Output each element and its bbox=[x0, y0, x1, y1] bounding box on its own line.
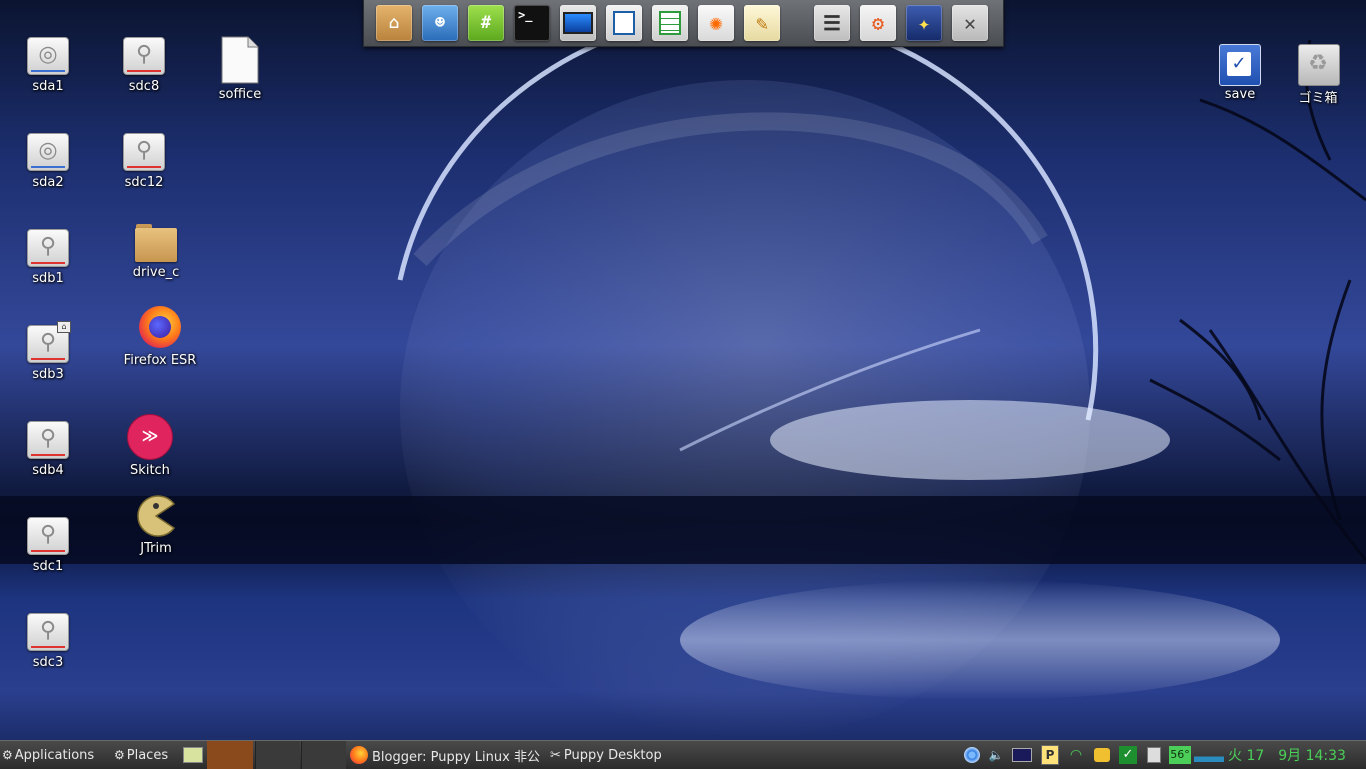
taskbar: ⚙ Applications ⚙ Places Blogger: Puppy L… bbox=[0, 740, 1366, 769]
p-tray-icon[interactable]: P bbox=[1040, 745, 1060, 765]
applications-menu[interactable]: ⚙ Applications bbox=[2, 741, 94, 769]
icon-label: save bbox=[1224, 87, 1256, 102]
task-title: Blogger: Puppy Linux 非公 bbox=[372, 749, 540, 765]
icon-label: Skitch bbox=[130, 463, 170, 478]
task-firefox[interactable]: Blogger: Puppy Linux 非公 bbox=[350, 741, 548, 769]
desktop-icon-jtrim[interactable]: JTrim bbox=[114, 494, 198, 556]
workspace-3[interactable] bbox=[301, 741, 346, 769]
temperature-badge: 56° bbox=[1168, 745, 1192, 765]
icon-label: ゴミ箱 bbox=[1298, 91, 1338, 106]
volume-icon[interactable]: 🔈 bbox=[986, 745, 1006, 765]
network-monitor-icon[interactable] bbox=[1012, 745, 1032, 765]
browser-tray-icon[interactable] bbox=[962, 745, 982, 765]
gears-icon: ⚙ bbox=[114, 748, 125, 762]
gears-icon: ⚙ bbox=[2, 748, 13, 762]
hard-drive-icon: ◎ bbox=[27, 37, 69, 75]
icon-label: Firefox ESR bbox=[123, 353, 197, 368]
task-puppy-desktop[interactable]: ✂ Puppy Desktop bbox=[550, 741, 662, 769]
desktop-icon-drive-c[interactable]: drive_c bbox=[114, 222, 198, 280]
usb-drive-icon: ⚲ bbox=[123, 133, 165, 171]
clock-text: 火 17 9月 14:33 bbox=[1228, 748, 1346, 764]
applications-label: Applications bbox=[14, 747, 95, 763]
close-icon[interactable]: ✕ bbox=[952, 5, 988, 41]
usb-drive-icon: ⚲ bbox=[27, 229, 69, 267]
desktop-icon-soffice[interactable]: soffice bbox=[198, 36, 282, 102]
mixer-icon[interactable]: ☰ bbox=[814, 5, 850, 41]
wallpaper bbox=[0, 11, 1366, 740]
workspace-2[interactable] bbox=[255, 741, 300, 769]
paint-icon[interactable]: ✺ bbox=[698, 5, 734, 41]
drive-sda2[interactable]: ◎ sda2 bbox=[6, 132, 90, 190]
writer-icon[interactable] bbox=[606, 5, 642, 41]
save-tray-icon[interactable] bbox=[1144, 745, 1164, 765]
clock[interactable]: 火 17 9月 14:33 bbox=[1228, 741, 1346, 769]
show-desktop-button[interactable] bbox=[183, 741, 203, 769]
drive-label: sdc8 bbox=[128, 79, 160, 94]
icon-label: drive_c bbox=[132, 265, 180, 280]
drive-sdb3[interactable]: ⚲ ⌂ sdb3 bbox=[6, 321, 90, 382]
drive-label: sdb4 bbox=[32, 463, 64, 478]
terminal-icon[interactable]: >_ bbox=[514, 5, 550, 41]
drive-label: sdb1 bbox=[32, 271, 64, 286]
drive-sdc1[interactable]: ⚲ sdc1 bbox=[6, 516, 90, 574]
firefox-icon bbox=[137, 304, 183, 350]
places-menu[interactable]: ⚙ Places bbox=[114, 741, 168, 769]
drive-label: sdc1 bbox=[32, 559, 64, 574]
drive-label: sda1 bbox=[32, 79, 64, 94]
drive-label: sda2 bbox=[32, 175, 64, 190]
firefox-icon bbox=[350, 746, 368, 764]
desktop-icon-skitch[interactable]: ≫ Skitch bbox=[108, 414, 192, 478]
skitch-icon: ≫ bbox=[127, 414, 173, 460]
drive-label: sdc3 bbox=[32, 655, 64, 670]
pacman-icon bbox=[134, 494, 178, 538]
storage-icon[interactable] bbox=[1092, 745, 1112, 765]
cpu-graph-icon bbox=[1194, 745, 1224, 765]
drive-sdb4[interactable]: ⚲ sdb4 bbox=[6, 420, 90, 478]
spreadsheet-icon[interactable] bbox=[652, 5, 688, 41]
top-launcher-bar: ⌂ ☻ # >_ ✺ ✎ ☰ ⚙ ✦ ✕ bbox=[363, 0, 1004, 47]
home-folder-icon[interactable]: ⌂ bbox=[376, 5, 412, 41]
drive-sdb1[interactable]: ⚲ sdb1 bbox=[6, 228, 90, 286]
desktop-icon-trash[interactable]: ♻ ゴミ箱 bbox=[1276, 44, 1360, 106]
task-title: Puppy Desktop bbox=[563, 747, 662, 763]
drive-sda1[interactable]: ◎ sda1 bbox=[6, 36, 90, 94]
tools-icon: ✂ bbox=[550, 747, 561, 763]
usb-drive-icon: ⚲ ⌂ bbox=[27, 321, 71, 363]
usb-drive-icon: ⚲ bbox=[27, 421, 69, 459]
desktop-icon-firefox[interactable]: Firefox ESR bbox=[118, 304, 202, 368]
wifi-icon[interactable]: ◠ bbox=[1066, 745, 1086, 765]
home-badge-icon: ⌂ bbox=[57, 321, 71, 333]
firewall-icon[interactable]: ✓ bbox=[1118, 745, 1138, 765]
hard-drive-icon: ◎ bbox=[27, 133, 69, 171]
drive-sdc12[interactable]: ⚲ sdc12 bbox=[102, 132, 186, 190]
drive-label: sdc12 bbox=[124, 175, 164, 190]
contacts-icon[interactable]: ☻ bbox=[422, 5, 458, 41]
icon-label: JTrim bbox=[140, 541, 172, 556]
display-icon[interactable] bbox=[560, 5, 596, 41]
drive-sdc3[interactable]: ⚲ sdc3 bbox=[6, 612, 90, 670]
drive-sdc8[interactable]: ⚲ sdc8 bbox=[102, 36, 186, 94]
desktop-icon-save[interactable]: ✓ save bbox=[1198, 44, 1282, 102]
icon-label: soffice bbox=[218, 87, 262, 102]
wizard-icon[interactable]: ✦ bbox=[906, 5, 942, 41]
folder-icon bbox=[134, 222, 178, 262]
trash-icon: ♻ bbox=[1296, 44, 1340, 86]
usb-drive-icon: ⚲ bbox=[27, 613, 69, 651]
settings-icon[interactable]: ⚙ bbox=[860, 5, 896, 41]
desktop-icon bbox=[183, 747, 203, 763]
drive-label: sdb3 bbox=[32, 367, 64, 382]
save-icon: ✓ bbox=[1218, 44, 1262, 86]
text-editor-icon[interactable]: ✎ bbox=[744, 5, 780, 41]
chat-icon[interactable]: # bbox=[468, 5, 504, 41]
document-icon bbox=[220, 36, 260, 84]
workspace-1[interactable] bbox=[207, 741, 253, 769]
usb-drive-icon: ⚲ bbox=[123, 37, 165, 75]
usb-drive-icon: ⚲ bbox=[27, 517, 69, 555]
places-label: Places bbox=[126, 747, 169, 763]
